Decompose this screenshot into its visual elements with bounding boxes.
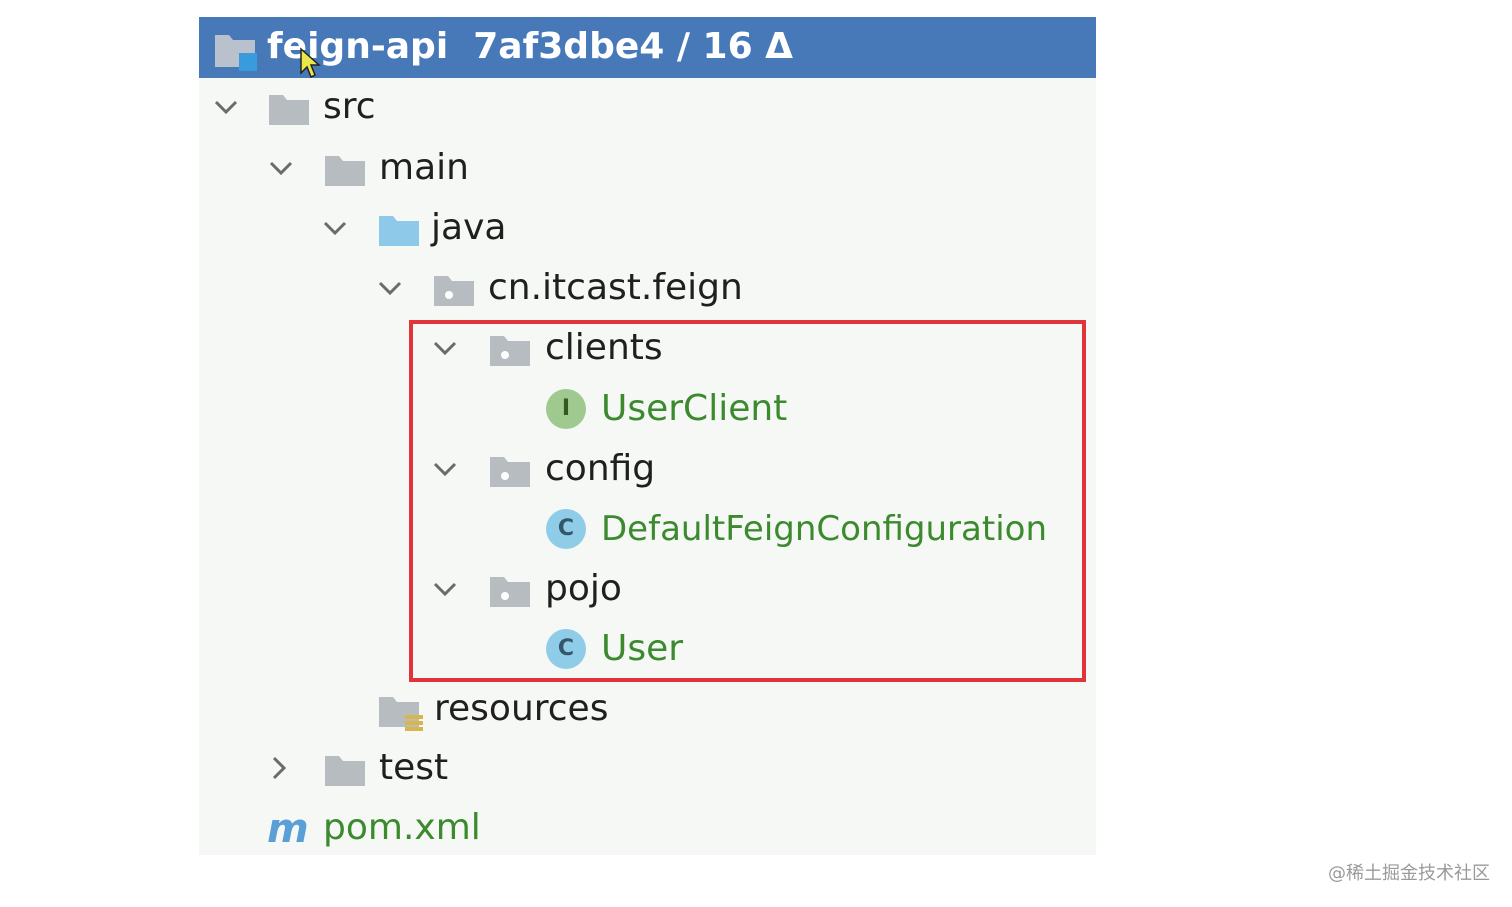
- chevron-down-icon[interactable]: [211, 92, 241, 122]
- tree-item-src[interactable]: src: [199, 79, 1096, 135]
- tree-item-label: cn.itcast.feign: [488, 267, 743, 308]
- tree-item-main[interactable]: main: [199, 140, 1096, 196]
- folder-icon: [269, 95, 309, 125]
- tree-item-pom[interactable]: m pom.xml: [199, 800, 1096, 856]
- mouse-cursor-icon: [300, 47, 321, 79]
- highlight-box: [409, 320, 1086, 682]
- tree-item-label: java: [431, 207, 507, 248]
- source-folder-icon: [379, 216, 419, 246]
- folder-icon: [325, 156, 365, 186]
- watermark: @稀土掘金技术社区: [1328, 863, 1490, 884]
- maven-icon: m: [267, 810, 309, 848]
- tree-item-java[interactable]: java: [199, 200, 1096, 256]
- module-folder-icon: [215, 35, 257, 71]
- svg-text:m: m: [267, 810, 309, 848]
- tree-item-label: src: [323, 86, 376, 127]
- project-root-row[interactable]: feign-api 7af3dbe4 / 16 Δ: [199, 17, 1096, 79]
- tree-item-label: test: [379, 747, 449, 788]
- tree-item-label: pom.xml: [323, 807, 481, 848]
- folder-icon: [325, 756, 365, 786]
- tree-item-label: resources: [434, 688, 609, 729]
- tree-item-package[interactable]: cn.itcast.feign: [199, 260, 1096, 316]
- tree-item-label: main: [379, 147, 469, 188]
- vcs-info: 7af3dbe4 / 16 Δ: [473, 26, 794, 67]
- tree-item-resources[interactable]: resources: [199, 681, 1096, 737]
- package-icon: [434, 276, 474, 306]
- tree-item-test[interactable]: test: [199, 740, 1096, 796]
- project-name: feign-api: [267, 26, 449, 67]
- chevron-down-icon[interactable]: [266, 153, 296, 183]
- project-title: feign-api 7af3dbe4 / 16 Δ: [267, 23, 793, 71]
- resources-folder-icon: [379, 697, 423, 731]
- chevron-right-icon[interactable]: [264, 753, 294, 783]
- chevron-down-icon[interactable]: [375, 273, 405, 303]
- chevron-down-icon[interactable]: [320, 213, 350, 243]
